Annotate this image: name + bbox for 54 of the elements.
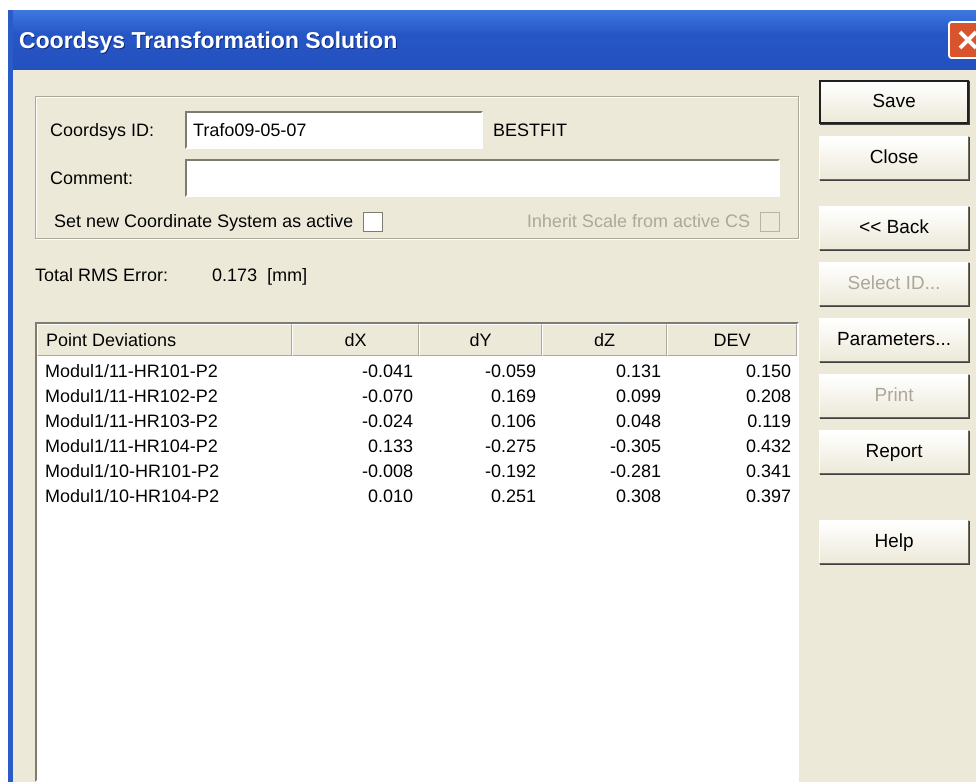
column-header[interactable]: DEV bbox=[667, 324, 797, 356]
table-cell-text: -0.281 bbox=[608, 460, 662, 483]
table-cell-text: Modul1/11-HR101-P2 bbox=[44, 360, 219, 383]
table-cell-text: -0.305 bbox=[608, 435, 662, 458]
input-field[interactable] bbox=[185, 159, 780, 197]
field-label: Comment: bbox=[50, 168, 134, 188]
table-cell-text: -0.070 bbox=[360, 385, 414, 408]
table-cell-text: 0.133 bbox=[366, 435, 414, 458]
dialog-button[interactable]: Report bbox=[819, 430, 969, 474]
table-cell-text: Modul1/11-HR102-P2 bbox=[44, 385, 219, 408]
table-cell-text: 0.150 bbox=[744, 360, 792, 383]
table-cell-text: 0.048 bbox=[614, 410, 662, 433]
table-cell-text: Modul1/11-HR104-P2 bbox=[44, 435, 219, 458]
rms-label: Total RMS Error: bbox=[35, 265, 168, 286]
table-cell-text: -0.275 bbox=[484, 435, 537, 458]
close-icon bbox=[957, 29, 976, 51]
dialog-button[interactable]: << Back bbox=[819, 206, 969, 250]
column-header[interactable]: dZ bbox=[542, 324, 667, 356]
window-title: Coordsys Transformation Solution bbox=[18, 26, 398, 54]
column-header[interactable]: dY bbox=[419, 324, 542, 356]
table-cell-text: -0.008 bbox=[360, 460, 414, 483]
dialog-button[interactable]: Close bbox=[819, 136, 969, 180]
table-cell-text: 0.131 bbox=[614, 360, 662, 383]
column-header[interactable]: Point Deviations bbox=[37, 324, 292, 356]
table-cell-text: 0.169 bbox=[490, 385, 537, 408]
table-cell-text: -0.041 bbox=[360, 360, 414, 383]
table-cell-text: -0.059 bbox=[484, 360, 537, 383]
table-cell-text: 0.106 bbox=[490, 410, 537, 433]
table-cell-text: 0.119 bbox=[746, 410, 792, 433]
dialog-button[interactable]: Parameters... bbox=[819, 318, 969, 362]
table-cell-text: 0.251 bbox=[490, 485, 537, 508]
table-cell-text: -0.024 bbox=[360, 410, 414, 433]
method-label: BESTFIT bbox=[493, 120, 568, 140]
table-cell-text: 0.397 bbox=[744, 485, 792, 508]
table-cell-text: -0.192 bbox=[484, 460, 537, 483]
table-cell-text: 0.432 bbox=[744, 435, 792, 458]
table-cell-text: 0.208 bbox=[744, 385, 792, 408]
checkbox-label: Set new Coordinate System as active bbox=[54, 211, 354, 232]
table-cell-text: 0.341 bbox=[744, 460, 792, 483]
close-button[interactable] bbox=[948, 21, 976, 59]
dialog-button[interactable]: Help bbox=[819, 520, 969, 564]
checkbox-label: Inherit Scale from active CS bbox=[526, 211, 750, 232]
table-cell-text: Modul1/10-HR104-P2 bbox=[44, 485, 220, 508]
dialog-button[interactable]: Save bbox=[819, 80, 969, 124]
field-label: Coordsys ID: bbox=[50, 120, 156, 140]
table-cell-text: 0.010 bbox=[366, 485, 414, 508]
table-cell-text: Modul1/11-HR103-P2 bbox=[44, 410, 219, 433]
table-cell-text: 0.099 bbox=[614, 385, 662, 408]
table-cell-text: 0.308 bbox=[614, 485, 662, 508]
rms-value: 0.173 [mm] bbox=[212, 265, 308, 286]
table-cell-text: Modul1/10-HR101-P2 bbox=[44, 460, 220, 483]
column-header[interactable]: dX bbox=[292, 324, 419, 356]
checkbox[interactable] bbox=[363, 212, 384, 232]
input-field[interactable]: Trafo09-05-07 bbox=[185, 111, 483, 149]
